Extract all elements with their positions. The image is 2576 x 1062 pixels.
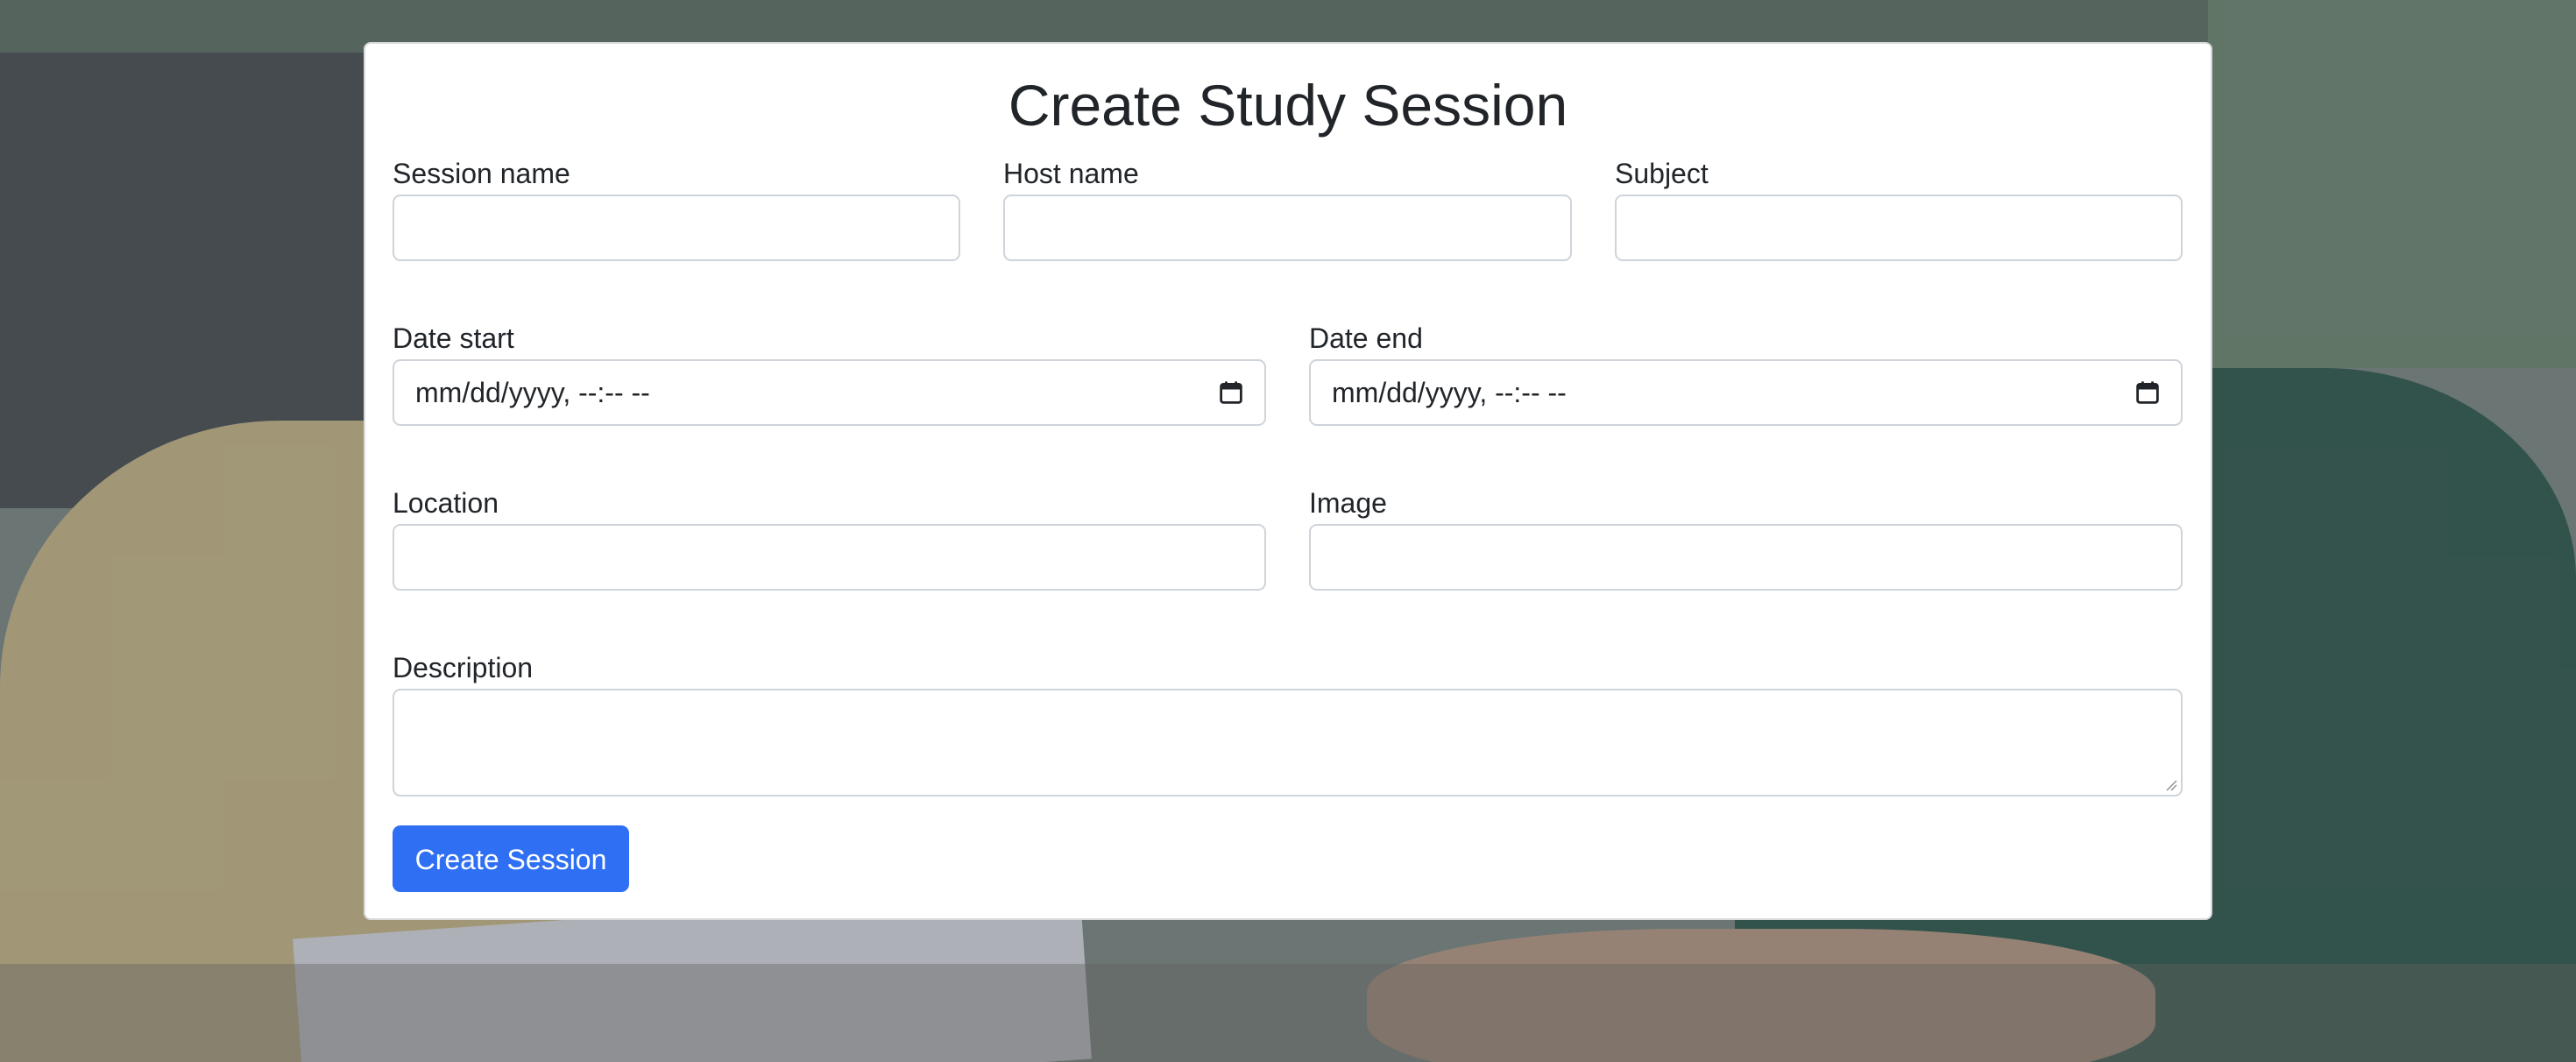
description-wrapper [393, 689, 2183, 796]
create-session-button[interactable]: Create Session [393, 825, 629, 892]
resize-grip-icon[interactable] [2165, 779, 2177, 791]
description-label: Description [393, 652, 534, 683]
date-end-input[interactable]: mm/dd/yyyy, --:-- -- [1309, 359, 2183, 426]
date-start-value: mm/dd/yyyy, --:-- -- [415, 376, 650, 408]
calendar-icon[interactable] [2135, 380, 2160, 405]
image-input[interactable] [1309, 524, 2183, 591]
calendar-icon[interactable] [1219, 380, 1243, 405]
location-label: Location [393, 487, 499, 519]
date-end-label: Date end [1309, 322, 1423, 354]
date-start-label: Date start [393, 322, 514, 354]
date-end-value: mm/dd/yyyy, --:-- -- [1332, 376, 1567, 408]
date-start-input[interactable]: mm/dd/yyyy, --:-- -- [393, 359, 1266, 426]
session-name-input[interactable] [393, 195, 960, 261]
page-title: Create Study Session [1008, 73, 1568, 138]
host-name-input[interactable] [1003, 195, 1572, 261]
session-name-label: Session name [393, 158, 570, 189]
subject-input[interactable] [1615, 195, 2183, 261]
subject-label: Subject [1615, 158, 1709, 189]
image-label: Image [1309, 487, 1387, 519]
location-input[interactable] [393, 524, 1266, 591]
host-name-label: Host name [1003, 158, 1139, 189]
description-textarea[interactable] [393, 689, 2183, 796]
